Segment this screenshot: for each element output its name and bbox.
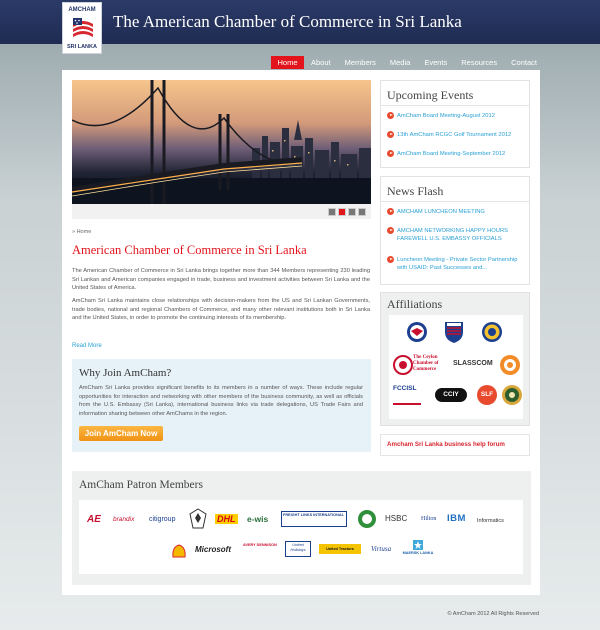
main-nav: Home About Members Media Events Resource… <box>271 56 544 69</box>
nav-resources[interactable]: Resources <box>454 56 504 69</box>
patron-logo-microsoft[interactable]: Microsoft <box>195 545 231 554</box>
affiliations-title: Affiliations <box>387 297 443 311</box>
hero-slider-image <box>72 80 371 204</box>
amcham-logo[interactable]: AMCHAM SRI LANKA <box>62 2 102 54</box>
news-flash-box: News Flash AMCHAM LUNCHEON MEETING AMCHA… <box>380 176 530 285</box>
logo-text-bottom: SRI LANKA <box>67 44 97 50</box>
ceylon-chamber-logo[interactable]: The Ceylon Chamber of Commerce <box>413 355 447 375</box>
patron-members-section: AmCham Patron Members AE brandix citigro… <box>72 471 531 585</box>
slider-dot-4[interactable] <box>358 208 366 216</box>
slider-dot-1[interactable] <box>328 208 336 216</box>
patron-logo-virtusa[interactable]: Virtusa <box>371 545 391 553</box>
arrow-bullet-icon <box>387 208 394 215</box>
news-item-label: Luncheon Meeting - Private Sector Partne… <box>397 257 518 271</box>
read-more-link[interactable]: Read More <box>72 343 102 349</box>
shell-emblem-icon[interactable] <box>171 543 187 559</box>
patron-logo-brandix[interactable]: brandix <box>113 516 134 523</box>
nav-contact[interactable]: Contact <box>504 56 544 69</box>
upcoming-events-box: Upcoming Events AmCham Board Meeting-Aug… <box>380 80 530 168</box>
arrow-bullet-icon <box>387 227 394 234</box>
slider-dot-2[interactable] <box>338 208 346 216</box>
patron-logo-avery-dennison[interactable]: AVERY DENNISON <box>243 543 277 548</box>
patron-logo-hilton[interactable]: Hilton <box>421 516 436 522</box>
patron-logo-united-holidays[interactable]: United Holidays <box>285 541 311 557</box>
join-amcham-button[interactable]: Join AmCham Now <box>79 426 163 441</box>
news-item[interactable]: AMCHAM LUNCHEON MEETING <box>387 208 525 216</box>
event-item-label: AmCham Board Meeting-August 2012 <box>397 113 495 119</box>
arrow-bullet-icon <box>387 256 394 263</box>
site-title: The American Chamber of Commerce in Sri … <box>113 12 462 31</box>
affiliations-logos: The Ceylon Chamber of Commerce SLASSCOM … <box>389 315 523 419</box>
patron-logo-citigroup[interactable]: citigroup <box>149 516 175 523</box>
emblem-icon[interactable] <box>189 508 207 530</box>
why-join-title: Why Join AmCham? <box>79 367 172 379</box>
patron-logo-dhl[interactable]: DHL <box>215 514 238 524</box>
patron-logo-hsbc[interactable]: HSBC <box>385 514 407 523</box>
patron-logo-informatics[interactable]: Informatics <box>477 518 504 524</box>
nav-events[interactable]: Events <box>417 56 454 69</box>
footer-copyright: © AmCham 2012 All Rights Reserved <box>447 611 539 617</box>
patron-logos: AE brandix citigroup DHL e-wis FREIGHT L… <box>79 500 523 574</box>
intro-paragraph-1: The American Chamber of Commerce in Sri … <box>72 268 370 291</box>
us-dept-seal-icon[interactable] <box>481 321 503 343</box>
maersk-star-icon <box>413 540 423 550</box>
event-item[interactable]: 13th AmCham RCGC Golf Tournament 2012 <box>387 131 525 139</box>
affiliations-box: Affiliations The Ceylon Chamber of Comme… <box>380 292 530 426</box>
nav-members[interactable]: Members <box>338 56 383 69</box>
business-forum-link[interactable]: Amcham Sri Lanka business help forum <box>380 434 530 456</box>
news-item[interactable]: Luncheon Meeting - Private Sector Partne… <box>387 256 525 272</box>
flag-icon <box>71 16 95 40</box>
patron-logo-ewis[interactable]: e-wis <box>247 514 268 524</box>
orange-sun-seal-icon[interactable] <box>499 354 521 376</box>
red-circle-seal-icon[interactable] <box>393 355 413 375</box>
shield-flag-icon[interactable] <box>443 320 465 344</box>
logo-text-top: AMCHAM <box>68 7 96 13</box>
patron-logo-united-tractors[interactable]: United Tractors <box>319 544 361 554</box>
event-item[interactable]: AmCham Board Meeting-September 2012 <box>387 150 525 158</box>
nav-home[interactable]: Home <box>271 56 304 69</box>
slider-dot-3[interactable] <box>348 208 356 216</box>
intro-paragraph-2: AmCham Sri Lanka maintains close relatio… <box>72 298 370 321</box>
arrow-bullet-icon <box>387 112 394 119</box>
us-eagle-seal-icon[interactable] <box>406 321 428 343</box>
arrow-bullet-icon <box>387 131 394 138</box>
nav-media[interactable]: Media <box>383 56 417 69</box>
news-item[interactable]: AMCHAM NETWORKING HAPPY HOURS FAREWELL U… <box>387 227 525 243</box>
news-item-label: AMCHAM NETWORKING HAPPY HOURS FAREWELL U… <box>397 228 509 242</box>
patron-members-title: AmCham Patron Members <box>79 479 203 491</box>
divider <box>381 105 529 106</box>
slider-controls-bar <box>72 204 371 219</box>
bridge-skyline-image <box>72 80 371 204</box>
divider <box>381 201 529 202</box>
upcoming-events-title: Upcoming Events <box>387 88 474 102</box>
event-item-label: 13th AmCham RCGC Golf Tournament 2012 <box>397 132 512 138</box>
news-flash-title: News Flash <box>387 184 444 198</box>
patron-logo-ibm[interactable]: IBM <box>447 513 466 524</box>
patron-logo-ae[interactable]: AE <box>87 514 101 525</box>
green-badge-icon[interactable] <box>357 509 377 529</box>
slasscom-logo[interactable]: SLASSCOM <box>453 360 493 367</box>
slf-logo[interactable]: SLF <box>477 385 497 405</box>
arrow-bullet-icon <box>387 150 394 157</box>
fccisl-logo[interactable]: FCCISL <box>393 385 421 405</box>
news-item-label: AMCHAM LUNCHEON MEETING <box>397 209 485 215</box>
breadcrumb[interactable]: » Home <box>72 229 91 235</box>
cciy-logo[interactable]: CCIY <box>435 388 467 402</box>
event-item[interactable]: AmCham Board Meeting-August 2012 <box>387 112 525 120</box>
nav-about[interactable]: About <box>304 56 338 69</box>
page-title: American Chamber of Commerce in Sri Lank… <box>72 243 307 257</box>
event-item-label: AmCham Board Meeting-September 2012 <box>397 151 506 157</box>
patron-logo-freight-links[interactable]: FREIGHT LINKS INTERNATIONAL <box>281 511 347 527</box>
why-join-text: AmCham Sri Lanka provides significant be… <box>79 385 363 417</box>
why-join-box: Why Join AmCham? AmCham Sri Lanka provid… <box>72 359 371 452</box>
crest-seal-icon[interactable] <box>501 384 523 406</box>
